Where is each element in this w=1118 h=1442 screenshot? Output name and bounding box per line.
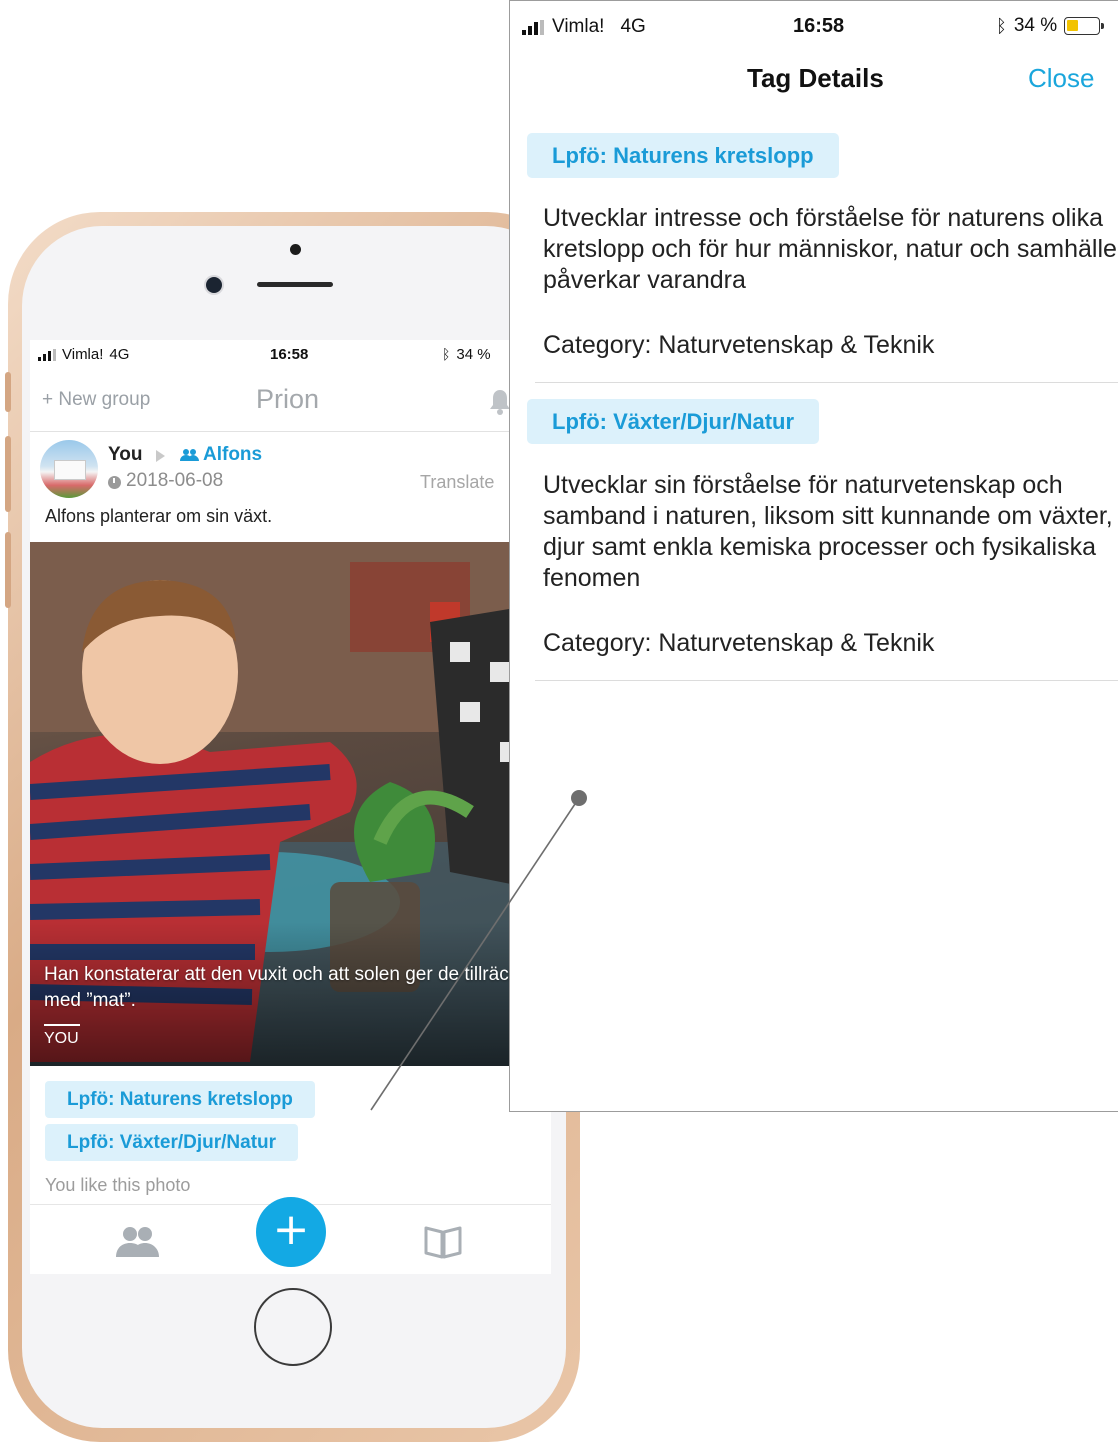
- arrow-right-icon: [156, 450, 165, 462]
- volume-up-button: [5, 436, 11, 512]
- mute-switch: [5, 372, 11, 412]
- proximity-sensor: [290, 244, 301, 255]
- post-date: 2018-06-08: [126, 470, 224, 491]
- phone-screen: Vimla! 4G 16:58 ᛒ 34 % + New group Prion…: [30, 340, 551, 1274]
- battery-label: 34 %: [456, 346, 491, 363]
- add-post-button[interactable]: +: [256, 1197, 326, 1267]
- tag-description: Utvecklar intresse och förståelse för na…: [543, 204, 1117, 294]
- photo-caption: Han konstaterar att den vuxit och att so…: [44, 964, 543, 1011]
- volume-down-button: [5, 532, 11, 608]
- tag-button-vaxter-djur-natur[interactable]: Lpfö: Växter/Djur/Natur: [45, 1124, 299, 1161]
- clock-label: 16:58: [270, 346, 309, 363]
- translate-button[interactable]: Translate: [420, 472, 494, 493]
- post-photo[interactable]: Han konstaterar att den vuxit och att so…: [30, 542, 551, 1066]
- post-author[interactable]: You: [108, 444, 142, 466]
- tag-category: Category: Naturvetenskap & Teknik: [543, 331, 935, 359]
- clock-icon: [108, 476, 121, 489]
- tab-groups-icon[interactable]: [114, 1225, 162, 1257]
- tag-details-panel: Vimla! 4G 16:58 ᛒ 34 % Tag Details Close…: [509, 0, 1118, 1112]
- tag-button-naturens-kretslopp[interactable]: Lpfö: Naturens kretslopp: [45, 1081, 315, 1118]
- battery-label: 34 %: [1013, 15, 1058, 36]
- panel-status-bar: Vimla! 4G 16:58 ᛒ 34 %: [510, 11, 1118, 43]
- caption-author: YOU: [44, 1030, 79, 1047]
- avatar[interactable]: [40, 440, 98, 498]
- signal-icon: [522, 19, 544, 35]
- network-label: 4G: [620, 16, 646, 37]
- bluetooth-icon: ᛒ: [442, 346, 451, 363]
- divider: [535, 382, 1118, 383]
- phone-status-bar: Vimla! 4G 16:58 ᛒ 34 %: [30, 340, 551, 370]
- page-title: Prion: [256, 384, 320, 414]
- new-group-label: New group: [58, 389, 151, 410]
- close-button[interactable]: Close: [1028, 63, 1094, 94]
- signal-icon: [38, 348, 56, 361]
- group-icon: [180, 449, 199, 461]
- tag-category: Category: Naturvetenskap & Teknik: [543, 629, 935, 657]
- bluetooth-icon: ᛒ: [996, 15, 1007, 37]
- tag-description: Utvecklar sin förståelse för naturvetens…: [543, 471, 1113, 592]
- carrier-label: Vimla!: [552, 16, 605, 37]
- divider: [535, 680, 1118, 681]
- tab-book-icon[interactable]: [423, 1223, 463, 1259]
- battery-icon: [1064, 17, 1105, 35]
- front-camera: [206, 277, 222, 293]
- network-label: 4G: [109, 346, 130, 363]
- tag-chip-vaxter-djur-natur[interactable]: Lpfö: Växter/Djur/Natur: [527, 399, 820, 444]
- post-text: Alfons planterar om sin växt.: [45, 506, 273, 526]
- caption-divider: [44, 1024, 80, 1026]
- carrier-label: Vimla!: [62, 346, 104, 363]
- earpiece-speaker: [257, 282, 333, 287]
- like-status: You like this photo: [45, 1175, 191, 1195]
- home-button[interactable]: [254, 1288, 332, 1366]
- app-header: + New group Prion: [30, 380, 551, 432]
- clock-label: 16:58: [793, 15, 845, 37]
- new-group-button[interactable]: + New group: [42, 389, 150, 411]
- tag-chip-naturens-kretslopp[interactable]: Lpfö: Naturens kretslopp: [527, 133, 839, 178]
- post-group-link[interactable]: Alfons: [203, 444, 262, 466]
- panel-title: Tag Details: [747, 63, 884, 93]
